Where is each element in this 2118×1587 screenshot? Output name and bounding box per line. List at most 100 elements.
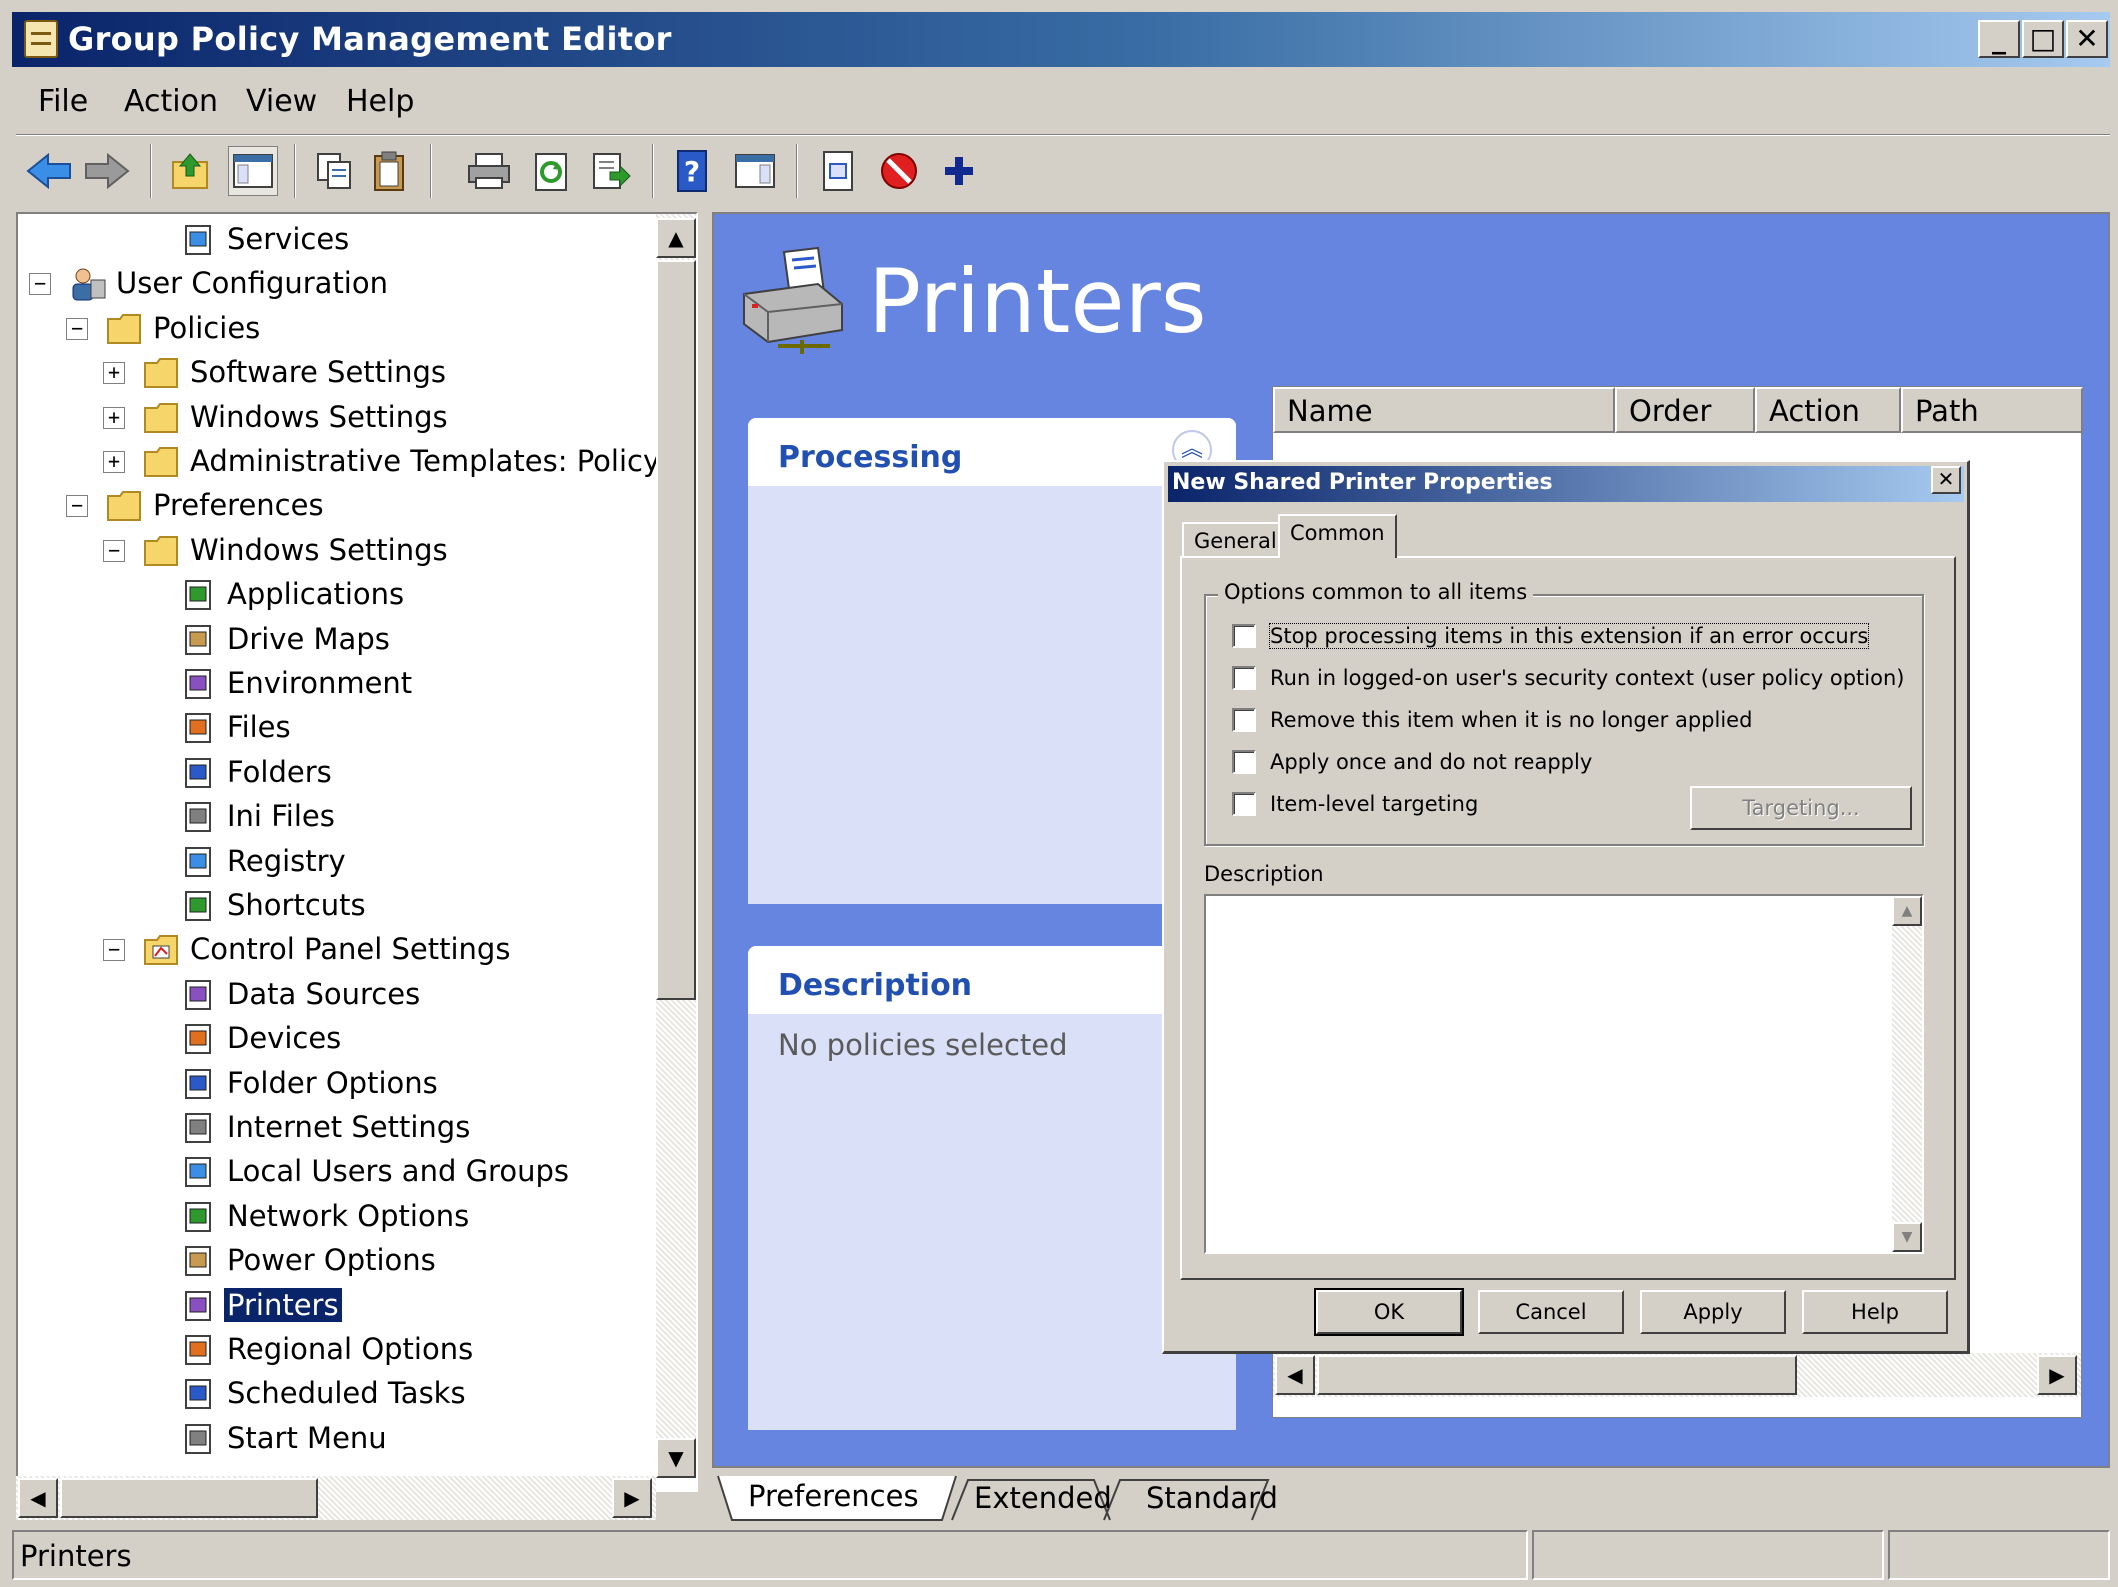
print-icon[interactable] bbox=[464, 146, 514, 196]
checkbox[interactable] bbox=[1232, 666, 1256, 690]
back-arrow-icon[interactable] bbox=[24, 146, 74, 196]
minimize-button[interactable]: _ bbox=[1978, 20, 2020, 58]
checkbox[interactable] bbox=[1232, 624, 1256, 648]
list-scroll-right-button[interactable]: ▶ bbox=[2037, 1355, 2077, 1395]
tree-vertical-scroll-thumb[interactable] bbox=[656, 260, 696, 1000]
tree-item[interactable]: + Administrative Templates: Policy d bbox=[18, 440, 688, 484]
expand-toggle-icon[interactable]: + bbox=[103, 451, 125, 473]
checkbox[interactable] bbox=[1232, 708, 1256, 732]
show-hide-tree-icon[interactable] bbox=[228, 146, 278, 196]
tree-item[interactable]: Local Users and Groups bbox=[18, 1150, 654, 1194]
column-header-name[interactable]: Name bbox=[1273, 387, 1615, 433]
properties-icon[interactable] bbox=[814, 146, 864, 196]
menu-action[interactable]: Action bbox=[124, 84, 218, 119]
checkbox[interactable] bbox=[1232, 750, 1256, 774]
description-textarea[interactable]: ▲ ▼ bbox=[1204, 894, 1924, 1254]
add-icon[interactable] bbox=[934, 146, 984, 196]
tree-item[interactable]: Folders bbox=[18, 751, 654, 795]
tree-item[interactable]: Ini Files bbox=[18, 795, 654, 839]
tree-item[interactable]: Network Options bbox=[18, 1195, 654, 1239]
tab-general[interactable]: General bbox=[1182, 522, 1289, 556]
tree-item[interactable]: Devices bbox=[18, 1017, 654, 1061]
apply-button[interactable]: Apply bbox=[1640, 1290, 1786, 1334]
show-hide-action-pane-icon[interactable] bbox=[730, 146, 780, 196]
tree-item[interactable]: Environment bbox=[18, 662, 654, 706]
tree-item[interactable]: − User Configuration bbox=[18, 262, 654, 306]
column-header-path[interactable]: Path bbox=[1901, 387, 2083, 433]
scroll-left-button[interactable]: ◀ bbox=[18, 1478, 58, 1518]
tree-item[interactable]: Drive Maps bbox=[18, 618, 654, 662]
tree-item[interactable]: Services bbox=[18, 218, 654, 262]
tree-item[interactable]: Registry bbox=[18, 840, 654, 884]
tree-item[interactable]: Start Menu bbox=[18, 1417, 654, 1461]
column-header-order[interactable]: Order bbox=[1615, 387, 1755, 433]
dialog-title-bar[interactable]: New Shared Printer Properties bbox=[1168, 466, 1964, 502]
description-scroll-down-button[interactable]: ▼ bbox=[1892, 1222, 1922, 1252]
console-tree[interactable]: Services − User Configuration − Policies + Sof… bbox=[16, 212, 698, 1492]
collapse-toggle-icon[interactable]: − bbox=[29, 273, 51, 296]
tree-item[interactable]: − Preferences bbox=[18, 484, 654, 528]
svg-text:?: ? bbox=[684, 155, 700, 188]
tree-item[interactable]: − Control Panel Settings bbox=[18, 928, 654, 972]
tree-item[interactable]: Applications bbox=[18, 573, 654, 617]
targeting-button[interactable]: Targeting... bbox=[1690, 786, 1912, 830]
paste-icon[interactable] bbox=[364, 146, 414, 196]
tree-item[interactable]: Printers bbox=[18, 1284, 654, 1328]
menu-view[interactable]: View bbox=[246, 84, 317, 119]
collapse-toggle-icon[interactable]: − bbox=[103, 539, 125, 562]
tree-horizontal-scroll-thumb[interactable] bbox=[60, 1478, 318, 1518]
expand-toggle-icon[interactable]: + bbox=[103, 406, 125, 429]
tree-item[interactable]: Internet Settings bbox=[18, 1106, 654, 1150]
toolbar-separator bbox=[652, 144, 654, 198]
tree-item[interactable]: Scheduled Tasks bbox=[18, 1372, 654, 1416]
tree-item[interactable]: + Windows Settings bbox=[18, 396, 654, 440]
ok-button[interactable]: OK bbox=[1314, 1288, 1464, 1336]
tree-item[interactable]: Power Options bbox=[18, 1239, 654, 1283]
collapse-toggle-icon[interactable]: − bbox=[66, 495, 88, 518]
menu-help[interactable]: Help bbox=[346, 84, 414, 119]
tree-item[interactable]: − Policies bbox=[18, 307, 654, 351]
tab-common[interactable]: Common bbox=[1278, 514, 1397, 558]
expand-toggle-icon[interactable]: + bbox=[103, 362, 125, 385]
description-scroll-up-button[interactable]: ▲ bbox=[1892, 896, 1922, 926]
maximize-button[interactable]: □ bbox=[2022, 20, 2064, 58]
list-horizontal-scroll-thumb[interactable] bbox=[1317, 1355, 1797, 1395]
scroll-up-button[interactable]: ▲ bbox=[656, 218, 696, 258]
tree-item[interactable]: Folder Options bbox=[18, 1062, 654, 1106]
column-header-action[interactable]: Action bbox=[1755, 387, 1901, 433]
local-users-and-groups-icon bbox=[180, 1154, 218, 1190]
up-folder-icon[interactable] bbox=[166, 146, 216, 196]
tree-item[interactable]: Regional Options bbox=[18, 1328, 654, 1372]
export-list-icon[interactable] bbox=[586, 146, 636, 196]
dialog-close-button[interactable]: ✕ bbox=[1931, 466, 1961, 494]
menu-file[interactable]: File bbox=[38, 84, 88, 119]
cancel-button[interactable]: Cancel bbox=[1478, 1290, 1624, 1334]
collapse-toggle-icon[interactable]: − bbox=[103, 939, 125, 962]
tree-item[interactable]: − Windows Settings bbox=[18, 529, 654, 573]
tree-item[interactable]: Data Sources bbox=[18, 973, 654, 1017]
checkbox[interactable] bbox=[1232, 792, 1256, 816]
description-scrollbar[interactable] bbox=[1892, 896, 1922, 1252]
copy-icon[interactable] bbox=[310, 146, 360, 196]
tree-item-label: Registry bbox=[227, 843, 346, 878]
registry-icon bbox=[180, 844, 218, 880]
help-button[interactable]: Help bbox=[1802, 1290, 1948, 1334]
tab-extended[interactable]: Extended bbox=[954, 1476, 1132, 1522]
title-bar[interactable]: Group Policy Management Editor _ □ ✕ bbox=[12, 12, 2110, 67]
folder-icon bbox=[143, 444, 181, 480]
stop-icon[interactable] bbox=[874, 146, 924, 196]
tree-item[interactable]: Files bbox=[18, 706, 654, 750]
tree-item-label: Preferences bbox=[153, 488, 324, 523]
collapse-toggle-icon[interactable]: − bbox=[66, 317, 88, 340]
tab-standard[interactable]: Standard bbox=[1126, 1476, 1298, 1522]
scroll-down-button[interactable]: ▼ bbox=[656, 1438, 696, 1478]
tree-item[interactable]: Shortcuts bbox=[18, 884, 654, 928]
tree-item[interactable]: + Software Settings bbox=[18, 351, 654, 395]
forward-arrow-icon[interactable] bbox=[82, 146, 132, 196]
scroll-right-button[interactable]: ▶ bbox=[612, 1478, 652, 1518]
tab-preferences[interactable]: Preferences bbox=[728, 1474, 939, 1520]
refresh-icon[interactable] bbox=[526, 146, 576, 196]
help-icon[interactable]: ? bbox=[668, 146, 718, 196]
close-button[interactable]: ✕ bbox=[2066, 20, 2108, 58]
list-scroll-left-button[interactable]: ◀ bbox=[1275, 1355, 1315, 1395]
